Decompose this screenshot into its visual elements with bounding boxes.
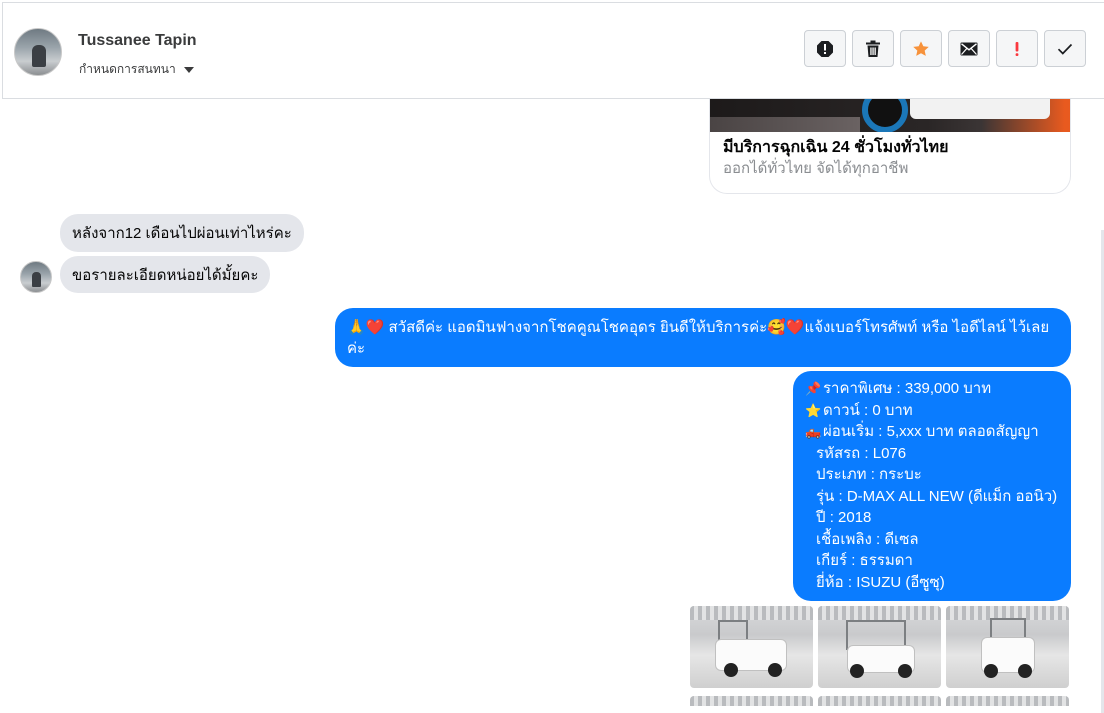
star-icon (913, 40, 929, 56)
link-preview-description: ออกได้ทั่วไทย จัดได้ทุกอาชีพ (723, 160, 909, 177)
outgoing-message[interactable]: 🙏❤️ สวัสดีค่ะ แอดมินฟางจากโชคคูณโชคอุดร … (335, 308, 1071, 367)
mark-spam-button[interactable] (996, 30, 1038, 67)
photo-attachment[interactable] (946, 696, 1069, 706)
pushpin-icon: 📌 (805, 381, 822, 396)
exclamation-icon (1015, 41, 1019, 56)
incoming-message[interactable]: ขอรายละเอียดหน่อยได้มั้ยคะ (60, 256, 271, 293)
contact-name[interactable]: Tussanee Tapin (78, 32, 197, 50)
outgoing-message-details[interactable]: 📌 ราคาพิเศษ : 339,000 บาท ⭐ ดาวน์ : 0 บาท … (793, 371, 1071, 601)
checkmark-icon (1057, 43, 1073, 55)
link-preview-card[interactable]: มีบริการฉุกเฉิน 24 ชั่วโมงทั่วไทย ออกได้… (709, 99, 1071, 194)
header-actions (804, 30, 1086, 67)
detail-line: 📌 ราคาพิเศษ : 339,000 บาท (805, 378, 1059, 400)
detail-line: ปี : 2018 (816, 509, 872, 526)
detail-line: ประเภท : กระบะ (816, 466, 922, 483)
star-button[interactable] (900, 30, 942, 67)
avatar[interactable] (14, 28, 62, 76)
envelope-icon (960, 42, 978, 55)
photo-attachment[interactable] (690, 606, 813, 688)
report-button[interactable] (804, 30, 846, 67)
detail-line: เชื้อเพลิง : ดีเซล (816, 530, 919, 548)
star-emoji-icon: ⭐ (805, 402, 822, 418)
detail-line: ⭐ ดาวน์ : 0 บาท (805, 400, 1059, 422)
conversation-status-dropdown[interactable]: กำหนดการสนทนา (79, 60, 194, 79)
message-text: หลังจาก12 เดือนไปผ่อนเท่าไหร่คะ (72, 225, 292, 242)
detail-line: รหัสรถ : L076 (816, 444, 907, 462)
detail-line: ยี่ห้อ : ISUZU (อีซูซุ) (816, 573, 945, 591)
mark-done-button[interactable] (1044, 30, 1086, 67)
photo-attachment[interactable] (690, 696, 813, 706)
photo-attachment[interactable] (946, 606, 1069, 688)
photo-attachment[interactable] (818, 606, 941, 688)
photo-attachment[interactable] (818, 696, 941, 706)
detail-line: เกียร์ : ธรรมดา (816, 552, 913, 569)
incoming-message[interactable]: หลังจาก12 เดือนไปผ่อนเท่าไหร่คะ (60, 214, 304, 252)
report-icon (817, 40, 833, 57)
detail-line: 🛻 ผ่อนเริ่ม : 5,xxx บาท ตลอดสัญญา (805, 421, 1059, 443)
caret-down-icon (183, 66, 194, 73)
message-text: 🙏❤️ สวัสดีค่ะ แอดมินฟางจากโชคคูณโชคอุดร … (347, 319, 1050, 357)
conversation-status-label: กำหนดการสนทนา (79, 62, 176, 76)
mark-unread-button[interactable] (948, 30, 990, 67)
pickup-truck-icon: 🛻 (805, 424, 822, 439)
message-text: ขอรายละเอียดหน่อยได้มั้ยคะ (72, 266, 259, 284)
sender-avatar[interactable] (20, 261, 52, 293)
detail-line: รุ่น : D-MAX ALL NEW (ดีแม็ก ออนิว) (816, 487, 1058, 505)
link-preview-image (710, 99, 1070, 132)
trash-icon (866, 40, 880, 57)
delete-button[interactable] (852, 30, 894, 67)
